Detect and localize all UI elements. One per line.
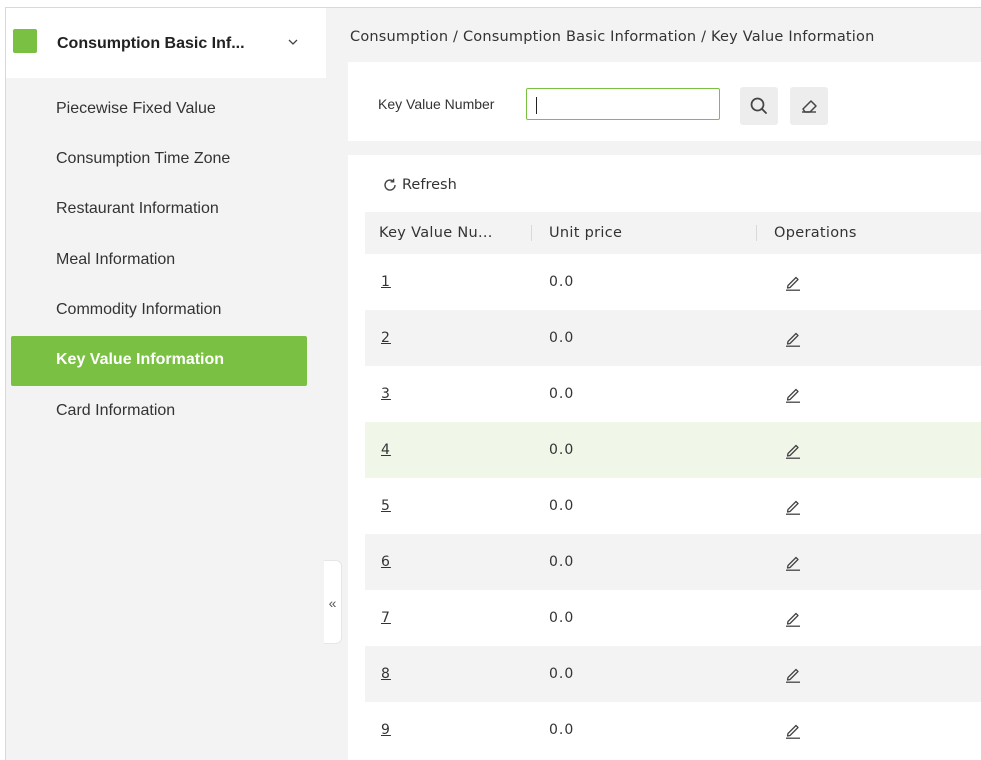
breadcrumb: Consumption / Consumption Basic Informat… xyxy=(350,29,875,45)
edit-icon[interactable] xyxy=(783,496,803,516)
column-separator xyxy=(756,225,757,241)
column-header-operations: Operations xyxy=(774,225,857,241)
key-value-number-link[interactable]: 4 xyxy=(381,422,391,478)
search-icon xyxy=(750,97,767,114)
sidebar-item-label: Card Information xyxy=(56,402,176,419)
table-header: Key Value Nu... Unit price Operations xyxy=(365,212,981,254)
unit-price-cell: 0.0 xyxy=(549,330,575,346)
key-value-number-link[interactable]: 3 xyxy=(381,366,391,422)
edit-icon[interactable] xyxy=(783,664,803,684)
sidebar-item-label: Commodity Information xyxy=(56,301,222,318)
table-row[interactable]: 6 0.0 xyxy=(365,534,981,590)
unit-price-cell: 0.0 xyxy=(549,722,575,738)
table-row[interactable]: 7 0.0 xyxy=(365,590,981,646)
sidebar-item-commodity-information[interactable]: Commodity Information xyxy=(11,286,307,336)
unit-price-cell: 0.0 xyxy=(549,666,575,682)
unit-price-cell: 0.0 xyxy=(549,554,575,570)
edit-icon[interactable] xyxy=(783,384,803,404)
key-value-number-label: Key Value Number xyxy=(378,96,495,112)
sidebar-item-label: Key Value Information xyxy=(56,351,225,368)
column-header-key-value-number[interactable]: Key Value Nu... xyxy=(379,212,493,254)
search-button[interactable] xyxy=(740,87,778,125)
chevron-down-icon[interactable] xyxy=(288,38,298,46)
table-panel: Refresh Key Value Nu... Unit price Opera… xyxy=(348,155,981,760)
edit-icon[interactable] xyxy=(783,272,803,292)
unit-price-cell: 0.0 xyxy=(549,442,575,458)
sidebar: Consumption Basic Inf... Piecewise Fixed… xyxy=(6,8,326,760)
edit-icon[interactable] xyxy=(783,328,803,348)
table-row[interactable]: 9 0.0 xyxy=(365,702,981,758)
sidebar-item-meal-information[interactable]: Meal Information xyxy=(11,236,307,286)
sidebar-item-consumption-time-zone[interactable]: Consumption Time Zone xyxy=(11,135,307,185)
edit-icon[interactable] xyxy=(783,440,803,460)
sidebar-item-label: Meal Information xyxy=(56,251,176,268)
double-chevron-left-icon: « xyxy=(328,595,337,611)
key-value-number-link[interactable]: 9 xyxy=(381,702,391,758)
table-row[interactable]: 5 0.0 xyxy=(365,478,981,534)
key-value-number-link[interactable]: 2 xyxy=(381,310,391,366)
sidebar-item-label: Piecewise Fixed Value xyxy=(56,100,216,117)
edit-icon[interactable] xyxy=(783,552,803,572)
table-row[interactable]: 2 0.0 xyxy=(365,310,981,366)
unit-price-cell: 0.0 xyxy=(549,386,575,402)
key-value-number-link[interactable]: 7 xyxy=(381,590,391,646)
sidebar-item-card-information[interactable]: Card Information xyxy=(11,387,307,437)
key-value-number-link[interactable]: 5 xyxy=(381,478,391,534)
table-row[interactable]: 4 0.0 xyxy=(365,422,981,478)
unit-price-cell: 0.0 xyxy=(549,274,575,290)
sidebar-item-label: Restaurant Information xyxy=(56,200,219,217)
module-selector[interactable]: Consumption Basic Inf... xyxy=(6,8,326,78)
edit-icon[interactable] xyxy=(783,608,803,628)
column-separator xyxy=(531,225,532,241)
clear-button[interactable] xyxy=(790,87,828,125)
key-value-number-link[interactable]: 1 xyxy=(381,254,391,310)
sidebar-item-key-value-information[interactable]: Key Value Information xyxy=(11,336,307,386)
key-value-number-input[interactable] xyxy=(526,88,720,120)
text-caret xyxy=(536,97,537,114)
refresh-button[interactable]: Refresh xyxy=(382,176,457,196)
key-value-number-link[interactable]: 6 xyxy=(381,534,391,590)
sidebar-item-restaurant-information[interactable]: Restaurant Information xyxy=(11,185,307,235)
table-row[interactable]: 1 0.0 xyxy=(365,254,981,310)
main-content: Consumption / Consumption Basic Informat… xyxy=(326,8,981,760)
eraser-icon xyxy=(802,100,817,113)
sidebar-item-piecewise-fixed-value[interactable]: Piecewise Fixed Value xyxy=(11,85,307,135)
column-header-unit-price[interactable]: Unit price xyxy=(549,212,622,254)
edit-icon[interactable] xyxy=(783,720,803,740)
refresh-label: Refresh xyxy=(402,176,457,193)
table-row[interactable]: 8 0.0 xyxy=(365,646,981,702)
sidebar-collapse-toggle[interactable]: « xyxy=(324,560,342,644)
module-title: Consumption Basic Inf... xyxy=(57,35,245,52)
unit-price-cell: 0.0 xyxy=(549,498,575,514)
search-panel: Key Value Number xyxy=(348,62,981,141)
table-row[interactable]: 3 0.0 xyxy=(365,366,981,422)
key-value-number-link[interactable]: 8 xyxy=(381,646,391,702)
unit-price-cell: 0.0 xyxy=(549,610,575,626)
module-logo-icon xyxy=(13,29,37,53)
refresh-icon xyxy=(384,178,396,191)
sidebar-item-label: Consumption Time Zone xyxy=(56,150,231,167)
